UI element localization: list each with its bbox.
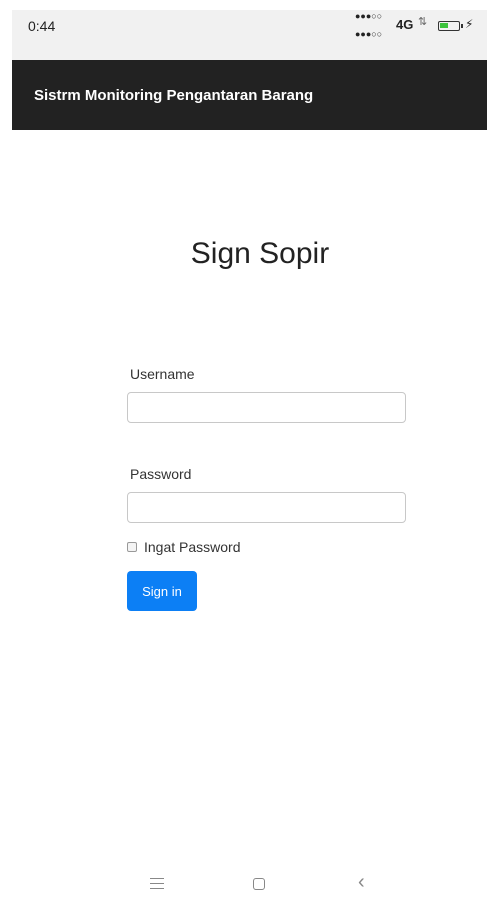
remember-password-row[interactable]: Ingat Password	[127, 539, 241, 555]
app-navbar: Sistrm Monitoring Pengantaran Barang	[12, 60, 487, 130]
battery-tip	[461, 24, 463, 28]
page-title: Sign Sopir	[190, 237, 330, 270]
system-navigation-bar: ‹	[0, 870, 499, 905]
remember-password-checkbox[interactable]	[127, 542, 137, 552]
status-bar	[12, 10, 487, 60]
username-input[interactable]	[127, 392, 406, 423]
remember-password-label[interactable]: Ingat Password	[144, 539, 241, 555]
network-type-label: 4G	[396, 17, 414, 32]
phone-screen: 0:44 ●●●○○ ●●●○○ 4G ⇅ ⚡ Sistrm Monitorin…	[0, 0, 499, 913]
home-square-icon[interactable]	[253, 878, 265, 890]
battery-icon	[438, 21, 460, 31]
lightning-icon: ⚡	[465, 17, 474, 31]
signal-strength-sim2-icon: ●●●○○	[355, 29, 383, 39]
status-time: 0:44	[28, 18, 56, 34]
password-input[interactable]	[127, 492, 406, 523]
battery-level-fill	[440, 23, 448, 28]
signal-strength-sim1-icon: ●●●○○	[355, 11, 383, 21]
navbar-brand-title[interactable]: Sistrm Monitoring Pengantaran Barang	[34, 87, 313, 104]
username-label: Username	[130, 366, 195, 382]
password-label: Password	[130, 466, 192, 482]
sign-in-button[interactable]: Sign in	[127, 571, 197, 611]
menu-icon[interactable]	[150, 878, 164, 889]
back-chevron-icon[interactable]: ‹	[358, 872, 365, 892]
sync-arrows-icon: ⇅	[418, 16, 428, 28]
